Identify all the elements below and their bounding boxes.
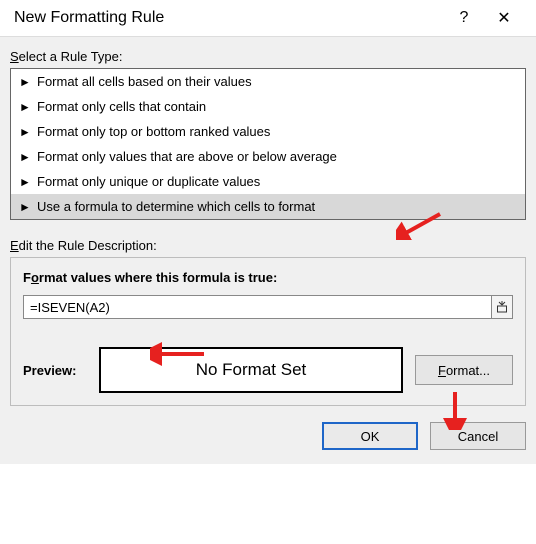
ok-button[interactable]: OK xyxy=(322,422,418,450)
dialog-body: Select a Rule Type: ► Format all cells ba… xyxy=(0,36,536,464)
select-rule-type-label: Select a Rule Type: xyxy=(10,49,526,64)
rule-type-item[interactable]: ► Format only values that are above or be… xyxy=(11,144,525,169)
edit-rule-desc-label: Edit the Rule Description: xyxy=(10,238,526,253)
titlebar: New Formatting Rule ? ✕ xyxy=(0,0,536,36)
bullet-icon: ► xyxy=(19,126,31,138)
help-button[interactable]: ? xyxy=(444,9,484,27)
range-selector-button[interactable] xyxy=(491,295,513,319)
rule-type-item[interactable]: ► Format only cells that contain xyxy=(11,94,525,119)
rule-type-item[interactable]: ► Format only top or bottom ranked values xyxy=(11,119,525,144)
cancel-button[interactable]: Cancel xyxy=(430,422,526,450)
range-selector-icon xyxy=(496,301,508,313)
window-title: New Formatting Rule xyxy=(14,9,444,27)
formula-field-label: Format values where this formula is true… xyxy=(23,270,513,285)
rule-type-item[interactable]: ► Format all cells based on their values xyxy=(11,69,525,94)
rule-type-label: Use a formula to determine which cells t… xyxy=(37,199,315,214)
bullet-icon: ► xyxy=(19,151,31,163)
bullet-icon: ► xyxy=(19,101,31,113)
dialog-footer: OK Cancel xyxy=(10,406,526,450)
rule-type-label: Format only unique or duplicate values xyxy=(37,174,260,189)
rule-type-label: Format all cells based on their values xyxy=(37,74,252,89)
rule-description-panel: Format values where this formula is true… xyxy=(10,257,526,406)
preview-label: Preview: xyxy=(23,363,87,378)
preview-box: No Format Set xyxy=(99,347,403,393)
close-button[interactable]: ✕ xyxy=(484,8,524,28)
format-button[interactable]: Format... xyxy=(415,355,513,385)
rule-type-list[interactable]: ►Format all cells based on their values►… xyxy=(10,68,526,220)
formula-input[interactable] xyxy=(23,295,491,319)
rule-type-label: Format only top or bottom ranked values xyxy=(37,124,270,139)
rule-type-label: Format only values that are above or bel… xyxy=(37,149,337,164)
rule-type-item[interactable]: ► Use a formula to determine which cells … xyxy=(11,194,525,219)
bullet-icon: ► xyxy=(19,201,31,213)
rule-type-label: Format only cells that contain xyxy=(37,99,206,114)
bullet-icon: ► xyxy=(19,176,31,188)
rule-type-item[interactable]: ► Format only unique or duplicate values xyxy=(11,169,525,194)
bullet-icon: ► xyxy=(19,76,31,88)
